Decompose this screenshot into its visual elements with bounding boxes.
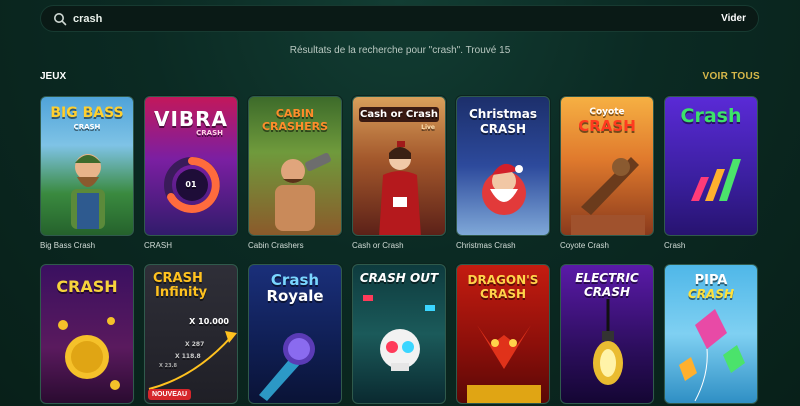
game-tile[interactable]: PIPA CRASH xyxy=(664,264,758,406)
game-tile[interactable]: Crash Crash xyxy=(664,96,758,250)
game-thumbnail: CRASH xyxy=(40,264,134,404)
game-thumbnail: ELECTRIC CRASH xyxy=(560,264,654,404)
game-name: Cabin Crashers xyxy=(248,241,304,250)
clear-search-button[interactable]: Vider xyxy=(721,13,746,24)
game-name: CRASH xyxy=(144,241,173,250)
coyote-illustration xyxy=(571,157,645,235)
game-name: Coyote Crash xyxy=(560,241,609,250)
game-tile[interactable]: ELECTRIC CRASH xyxy=(560,264,654,406)
search-input[interactable] xyxy=(73,12,722,25)
search-icon xyxy=(53,12,67,26)
games-grid: BIG BASS CRASH Big Bass Crash VIBRA CRAS… xyxy=(40,96,760,406)
fisherman-illustration xyxy=(71,154,105,229)
game-tile[interactable]: CRASH OUT xyxy=(352,264,446,406)
game-name: Christmas Crash xyxy=(456,241,516,250)
lightbulb-illustration xyxy=(593,299,623,385)
comet-illustration xyxy=(259,333,315,401)
skull-illustration xyxy=(363,295,435,371)
new-badge: NOUVEAU xyxy=(148,389,192,400)
game-thumbnail: CRASH Infinity X 10.000 X 287 X 118.8 X … xyxy=(144,264,238,404)
game-thumbnail: Christmas CRASH xyxy=(456,96,550,236)
game-tile[interactable]: Crash Royale xyxy=(248,264,342,406)
game-thumbnail: CRASH OUT xyxy=(352,264,446,404)
bars-illustration xyxy=(691,159,741,201)
game-thumbnail: BIG BASS CRASH xyxy=(40,96,134,236)
game-tile[interactable]: VIBRA CRASH 01 CRASH xyxy=(144,96,238,250)
game-thumbnail: DRAGON'S CRASH xyxy=(456,264,550,404)
section-title: JEUX xyxy=(40,71,67,82)
view-all-link[interactable]: VOIR TOUS xyxy=(702,71,760,82)
game-tile[interactable]: CRASH xyxy=(40,264,134,406)
game-name: Big Bass Crash xyxy=(40,241,96,250)
game-art-counter: 01 xyxy=(185,180,197,189)
game-tile[interactable]: Coyote CRASH Coyote Crash xyxy=(560,96,654,250)
game-thumbnail: Cash or Crash Live xyxy=(352,96,446,236)
santa-illustration xyxy=(482,163,526,215)
coin-illustration xyxy=(58,317,120,390)
game-tile[interactable]: DRAGON'S CRASH xyxy=(456,264,550,406)
game-tile[interactable]: Cash or Crash Live Cash or Crash xyxy=(352,96,446,250)
game-name: Cash or Crash xyxy=(352,241,404,250)
game-name: Crash xyxy=(664,241,686,250)
progress-ring-illustration xyxy=(164,157,220,213)
dragon-illustration xyxy=(467,325,541,403)
game-tile[interactable]: BIG BASS CRASH Big Bass Crash xyxy=(40,96,134,250)
game-thumbnail: CABIN CRASHERS xyxy=(248,96,342,236)
game-tile[interactable]: Christmas CRASH Christmas Crash xyxy=(456,96,550,250)
game-thumbnail: Crash xyxy=(664,96,758,236)
lumberjack-illustration xyxy=(275,152,331,231)
kite-illustration xyxy=(679,309,745,402)
game-thumbnail: VIBRA CRASH 01 xyxy=(144,96,238,236)
game-thumbnail: Crash Royale xyxy=(248,264,342,404)
search-results-summary: Résultats de la recherche pour "crash". … xyxy=(289,45,511,56)
game-tile[interactable]: CABIN CRASHERS Cabin Crashers xyxy=(248,96,342,250)
game-tile[interactable]: CRASH Infinity X 10.000 X 287 X 118.8 X … xyxy=(144,264,238,406)
game-thumbnail: PIPA CRASH xyxy=(664,264,758,404)
rising-curve-illustration xyxy=(148,331,237,390)
search-bar[interactable]: Vider xyxy=(40,5,759,32)
game-thumbnail: Coyote CRASH xyxy=(560,96,654,236)
stewardess-illustration xyxy=(379,141,421,235)
